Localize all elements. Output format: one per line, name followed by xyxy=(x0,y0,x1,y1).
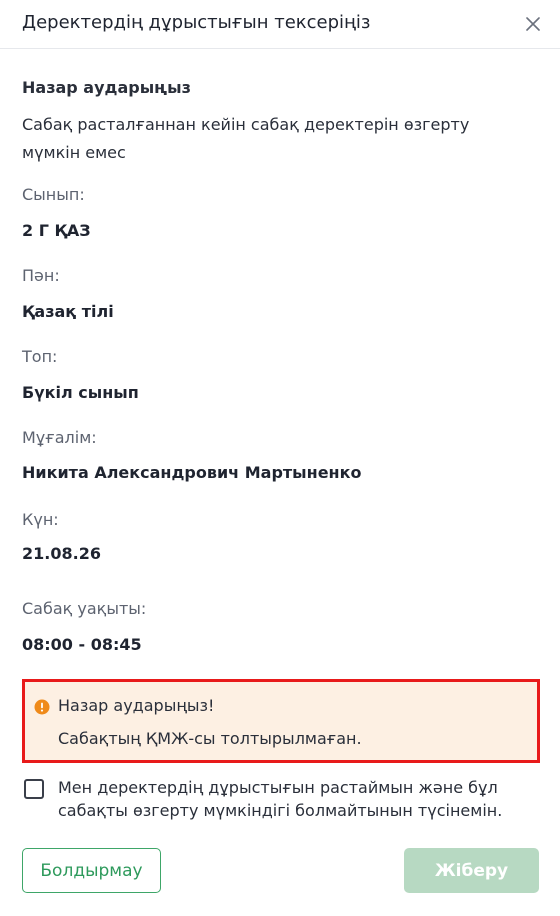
alert-title: Назар аударыңыз! xyxy=(58,696,215,715)
teacher-value: Никита Александрович Мартыненко xyxy=(22,463,362,482)
confirm-lesson-dialog: Деректердің дұрыстығын тексеріңіз Назар … xyxy=(0,0,560,916)
cancel-button[interactable]: Болдырмау xyxy=(22,848,161,893)
confirm-checkbox[interactable] xyxy=(24,779,44,799)
date-value: 21.08.26 xyxy=(22,544,101,563)
warning-alert: Назар аударыңыз! Сабақтың ҚМЖ-сы толтыры… xyxy=(22,679,540,763)
teacher-label: Мұғалім: xyxy=(22,428,97,447)
confirm-text[interactable]: Мен деректердің дұрыстығын растаймын жән… xyxy=(58,776,540,822)
group-value: Бүкіл сынып xyxy=(22,383,139,402)
subject-value: Қазақ тілі xyxy=(22,302,114,321)
alert-text: Сабақтың ҚМЖ-сы толтырылмаған. xyxy=(58,729,362,748)
subject-label: Пән: xyxy=(22,266,60,285)
class-value: 2 Г ҚАЗ xyxy=(22,221,91,240)
close-icon xyxy=(526,17,540,31)
class-label: Сынып: xyxy=(22,185,85,204)
warning-icon xyxy=(34,699,50,715)
notice-title: Назар аударыңыз xyxy=(22,78,191,97)
dialog-header: Деректердің дұрыстығын тексеріңіз xyxy=(0,0,560,49)
time-value: 08:00 - 08:45 xyxy=(22,635,142,654)
group-label: Топ: xyxy=(22,347,58,366)
dialog-title: Деректердің дұрыстығын тексеріңіз xyxy=(22,12,371,33)
close-button[interactable] xyxy=(518,9,548,39)
confirm-row: Мен деректердің дұрыстығын растаймын жән… xyxy=(22,776,540,826)
notice-text: Сабақ расталғаннан кейін сабақ деректері… xyxy=(22,115,470,162)
time-label: Сабақ уақыты: xyxy=(22,599,147,618)
submit-button[interactable]: Жіберу xyxy=(404,848,539,893)
date-label: Күн: xyxy=(22,510,59,529)
